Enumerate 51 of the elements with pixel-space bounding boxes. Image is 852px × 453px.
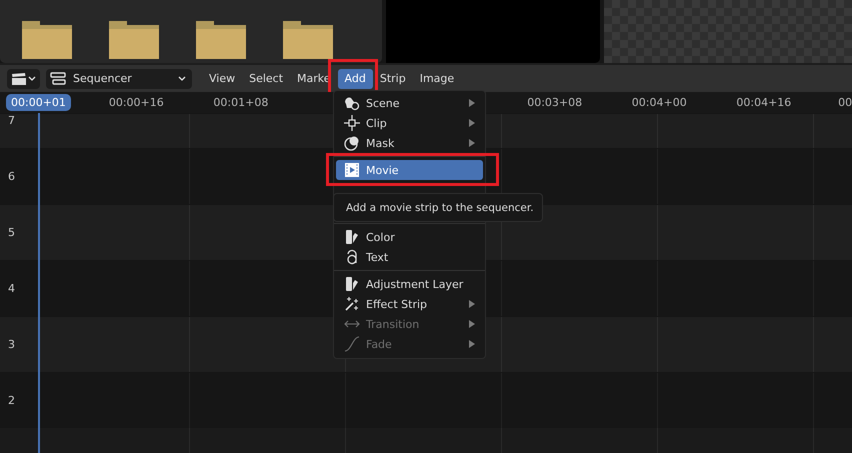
channel-number: 5 [7, 226, 16, 239]
mask-icon [344, 135, 360, 151]
menu-button[interactable]: Add [338, 68, 373, 88]
movie-icon [344, 162, 360, 178]
submenu-arrow-icon [469, 320, 475, 328]
menu-item[interactable]: Movie [336, 160, 483, 180]
time-label: 00:04+00 [632, 96, 687, 109]
channel-number: 7 [7, 114, 16, 127]
time-label: 00 [838, 96, 852, 109]
menu-item[interactable]: Scene [336, 93, 483, 113]
scene-icon [344, 95, 360, 111]
folder-icon[interactable] [283, 21, 333, 59]
submenu-arrow-icon [469, 340, 475, 348]
channel-number: 3 [7, 338, 16, 351]
submenu-arrow-icon [469, 99, 475, 107]
menu-item[interactable]: Effect Strip [336, 294, 483, 314]
caret-icon [178, 76, 186, 82]
sequencer-icon [50, 72, 66, 86]
clip-icon [344, 115, 360, 131]
time-label: 00:03+08 [527, 96, 582, 109]
current-frame-indicator[interactable]: 00:00+01 [6, 94, 71, 111]
time-label: 00:00+16 [108, 96, 164, 109]
editor-type-button[interactable] [7, 68, 40, 88]
menu-item[interactable]: Mask [336, 133, 483, 153]
menu-item[interactable]: Clip [336, 113, 483, 133]
folder-icon[interactable] [109, 21, 159, 59]
menu-item[interactable]: Adjustment Layer [336, 274, 483, 294]
menu-button[interactable]: View [202, 68, 242, 88]
time-label: 00:04+16 [736, 96, 792, 109]
channel-number: 2 [7, 394, 16, 407]
submenu-arrow-icon [469, 300, 475, 308]
submenu-arrow-icon [469, 139, 475, 147]
channel-number: 4 [7, 282, 16, 295]
menu-item[interactable]: Color [336, 227, 483, 247]
channel-number: 6 [7, 170, 16, 183]
editor-dropdown[interactable]: Sequencer [46, 68, 192, 88]
menu-button[interactable]: Strip [372, 68, 413, 88]
color-icon [344, 276, 360, 292]
fade-icon [344, 336, 360, 352]
folder-icon[interactable] [22, 21, 72, 59]
folder-icon[interactable] [196, 21, 246, 59]
tooltip: Add a movie strip to the sequencer. [333, 193, 543, 222]
time-label: 00:01+08 [213, 96, 268, 109]
effect-icon [344, 296, 360, 312]
menu-button[interactable]: Select [242, 68, 290, 88]
caret-icon [28, 76, 36, 82]
submenu-arrow-icon [469, 119, 475, 127]
color-icon [344, 229, 360, 245]
menu-item[interactable]: Text [336, 247, 483, 267]
clapperboard-icon [12, 72, 26, 84]
menu-button[interactable]: Image [412, 68, 462, 88]
